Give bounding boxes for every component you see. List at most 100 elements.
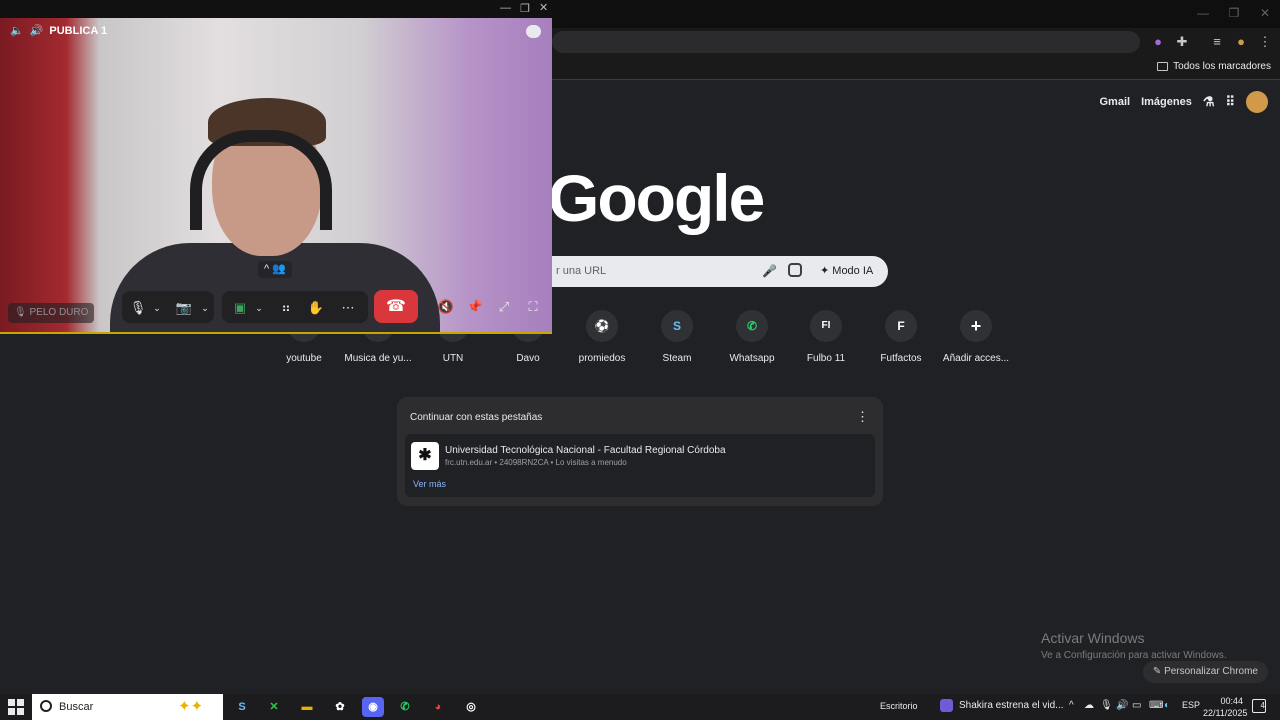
see-more-link[interactable]: Ver más — [413, 479, 446, 489]
fullscreen-icon[interactable]: ⛶ — [523, 293, 543, 321]
shortcut-whatsapp[interactable]: ✆ Whatsapp — [716, 310, 788, 364]
headphones — [190, 130, 332, 230]
popout-icon[interactable]: ⤢ — [494, 293, 514, 321]
close-button[interactable]: ✕ — [539, 1, 548, 14]
whatsapp-app-icon[interactable]: ✆ — [394, 697, 416, 717]
taskbar-search[interactable]: Buscar ✦✦ — [32, 694, 223, 720]
minimize-button[interactable]: — — [500, 2, 511, 14]
maximize-button[interactable]: ❐ — [1219, 4, 1249, 22]
search-label: Buscar — [59, 701, 94, 713]
chrome-app-icon[interactable]: ◕ — [427, 697, 449, 717]
minimize-button[interactable]: — — [1188, 4, 1218, 22]
network-icon[interactable]: ▭ — [1132, 700, 1141, 711]
images-link[interactable]: Imágenes — [1141, 96, 1192, 108]
more-options-icon[interactable]: ⋮ — [856, 409, 869, 425]
soundboard-icon[interactable]: ✋ — [306, 294, 326, 322]
desktop-toolbar[interactable]: Escritorio — [880, 701, 918, 711]
activities-icon[interactable]: ⠶ — [276, 294, 296, 322]
volume-icon[interactable]: 🔈 — [10, 24, 24, 37]
customize-chrome-button[interactable]: ✎ Personalizar Chrome — [1142, 661, 1268, 683]
screen-share-icon[interactable]: ▣ — [230, 294, 250, 322]
chatgpt-app-icon[interactable]: ✿ — [329, 697, 351, 717]
clock[interactable]: 00:44 22/11/2025 — [1203, 695, 1248, 719]
steam-app-icon[interactable]: S — [231, 697, 253, 717]
media-controls: 🎙 ⌄ 📷 ⌄ — [122, 291, 214, 323]
chevron-down-icon[interactable]: ⌄ — [198, 294, 212, 322]
hangup-button[interactable]: ☎ — [374, 290, 418, 323]
microphone-icon[interactable]: 🎙 — [128, 294, 148, 322]
steam-tray-icon[interactable]: ◐ — [1164, 700, 1170, 711]
media-icon[interactable]: ≡ — [1208, 33, 1226, 51]
close-button[interactable]: ✕ — [1250, 4, 1280, 22]
shortcut-promiedos[interactable]: ⚽ promiedos — [566, 310, 638, 364]
all-bookmarks[interactable]: Todos los marcadores — [1157, 61, 1271, 72]
share-controls: ▣ ⌄ ⠶ ✋ ⋯ — [222, 291, 368, 323]
microphone-icon[interactable]: 🎤 — [762, 264, 777, 278]
shortcut-add[interactable]: + Añadir acces... — [940, 310, 1012, 364]
top-nav: Gmail Imágenes ⚗ ⠿ — [1099, 88, 1280, 116]
card-title: Continuar con estas pestañas — [410, 412, 543, 423]
soccer-ball-icon: ⚽ — [586, 310, 618, 342]
steam-icon: S — [661, 310, 693, 342]
chevron-down-icon[interactable]: ⌄ — [252, 294, 266, 322]
gmail-link[interactable]: Gmail — [1099, 96, 1130, 108]
shortcut-label: Futfactos — [880, 353, 922, 364]
menu-icon[interactable]: ⋮ — [1256, 33, 1274, 51]
chevron-down-icon[interactable]: ⌄ — [150, 294, 164, 322]
shortcut-label: Davo — [516, 353, 540, 364]
profile-icon[interactable]: ● — [1232, 33, 1250, 51]
shortcut-label: Fulbo 11 — [806, 353, 846, 364]
shortcut-label: promiedos — [578, 353, 626, 364]
windows-start-icon[interactable] — [8, 699, 24, 715]
lens-icon[interactable] — [788, 263, 802, 277]
clock-date: 22/11/2025 — [1203, 708, 1248, 718]
deafen-icon[interactable]: 🔇 — [436, 293, 456, 321]
more-icon[interactable]: ⋯ — [338, 294, 358, 322]
search-placeholder: r una URL — [556, 265, 607, 277]
input-method-icon[interactable]: ⌨ — [1149, 700, 1163, 711]
notification-icon[interactable]: 4 — [1252, 699, 1266, 713]
notification-count: 4 — [1260, 701, 1265, 710]
volume-tray-icon[interactable]: 🔊 — [1116, 700, 1128, 711]
shortcut-fulbo[interactable]: FI Fulbo 11 — [790, 310, 862, 364]
extensions-icon[interactable]: ✚ — [1173, 33, 1191, 51]
participants-toggle[interactable]: ^ 👥 — [258, 261, 292, 278]
shortcut-futfactos[interactable]: F Futfactos — [865, 310, 937, 364]
channel-name: PUBLICA 1 — [49, 24, 108, 37]
shortcut-label: youtube — [286, 353, 322, 364]
tab-meta: frc.utn.edu.ar • 24098RN2CA • Lo visitas… — [445, 458, 627, 467]
microphone-tray-icon[interactable]: 🎙 — [1100, 700, 1113, 711]
activate-windows-watermark: Activar Windows Ve a Configuración para … — [1041, 630, 1227, 661]
cloud-icon[interactable]: ☁ — [1084, 700, 1094, 711]
shortcut-steam[interactable]: S Steam — [641, 310, 713, 364]
customize-label: Personalizar Chrome — [1164, 666, 1258, 677]
chevron-up-icon[interactable]: ^ — [1069, 700, 1074, 711]
plus-icon: + — [960, 310, 992, 342]
maximize-button[interactable]: ❐ — [520, 2, 530, 15]
fulbo-icon: FI — [810, 310, 842, 342]
search-icon — [40, 700, 52, 712]
apps-icon[interactable]: ⠿ — [1225, 94, 1235, 110]
pin-icon[interactable]: 📌 — [465, 293, 485, 321]
steam-helper-app-icon[interactable]: ◎ — [460, 697, 482, 717]
file-explorer-icon[interactable]: ▬ — [296, 697, 318, 717]
sparkle-icon: ✦✦ — [178, 698, 204, 715]
search-box[interactable]: r una URL 🎤 ✦ Modo IA — [520, 256, 888, 287]
watermark-title: Activar Windows — [1041, 630, 1145, 646]
chat-icon[interactable] — [526, 25, 541, 38]
xbox-app-icon[interactable]: ✕ — [263, 697, 285, 717]
news-widget[interactable]: Shakira estrena el vid... — [940, 699, 1064, 712]
sparkle-icon: ✦ — [820, 265, 833, 277]
ai-mode-label: Modo IA — [832, 265, 874, 277]
avatar[interactable] — [1246, 91, 1268, 113]
labs-icon[interactable]: ⚗ — [1203, 94, 1215, 110]
continue-tab-item[interactable]: ✱ Universidad Tecnológica Nacional - Fac… — [405, 434, 875, 497]
ai-mode-button[interactable]: ✦ Modo IA — [814, 262, 879, 281]
speaker-icon[interactable]: 🔊 — [30, 24, 44, 37]
camera-off-icon[interactable]: 📷 — [172, 294, 196, 322]
address-bar[interactable] — [552, 31, 1140, 53]
copilot-icon[interactable]: ● — [1149, 33, 1167, 51]
discord-app-icon[interactable]: ◉ — [362, 697, 384, 717]
tab-title: Universidad Tecnológica Nacional - Facul… — [445, 445, 726, 456]
language-indicator[interactable]: ESP — [1182, 700, 1200, 710]
